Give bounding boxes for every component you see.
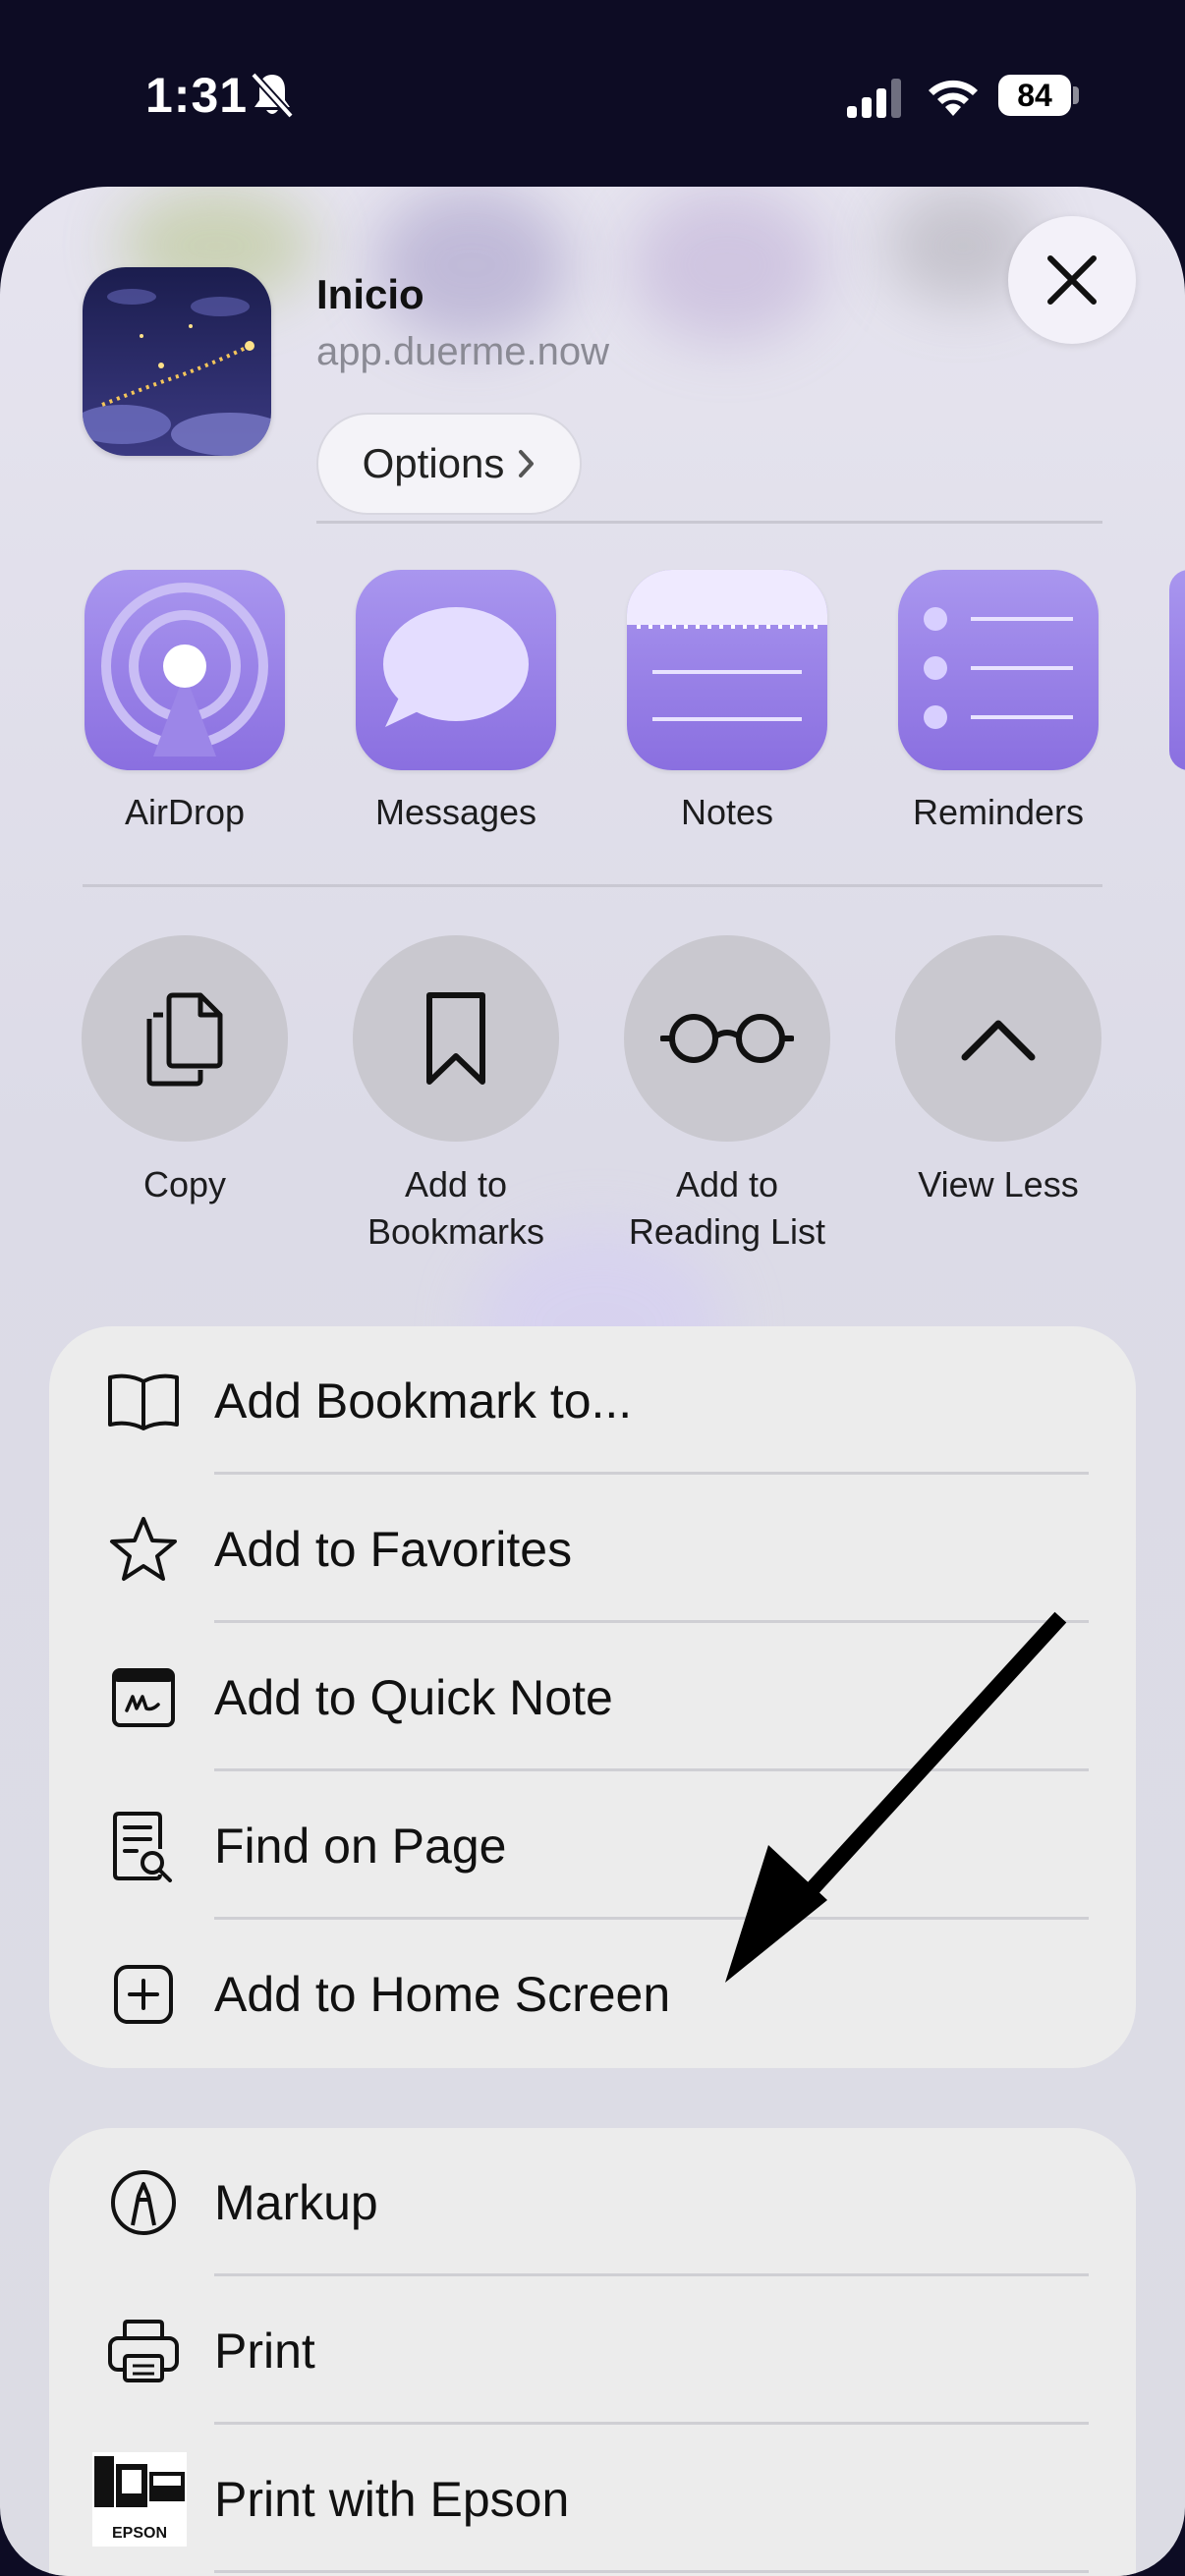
- close-icon: [1047, 255, 1097, 305]
- share-app-reminders[interactable]: Reminders: [863, 570, 1134, 833]
- menu-label: Add to Home Screen: [214, 1966, 671, 2022]
- menu-separator: [214, 2570, 1089, 2573]
- bookmark-icon-circle: [353, 935, 559, 1142]
- epson-logo-text: EPSON: [111, 2524, 167, 2542]
- wifi-icon: [929, 80, 978, 116]
- printer-icon: [102, 2310, 185, 2392]
- status-time: 1:31: [145, 68, 249, 123]
- menu-add-to-home-screen[interactable]: Add to Home Screen: [49, 1920, 1136, 2068]
- apps-divider: [83, 884, 1102, 887]
- header-divider: [316, 521, 1102, 524]
- glasses-icon-circle: [624, 935, 830, 1142]
- action-add-to-reading-list[interactable]: Add to Reading List: [592, 935, 863, 1256]
- menu-find-on-page[interactable]: Find on Page: [49, 1771, 1136, 1920]
- action-label: Copy: [142, 1164, 227, 1204]
- share-sheet: Inicio app.duerme.now Options AirDrop Me…: [0, 187, 1185, 2576]
- messages-icon: [356, 570, 556, 770]
- markup-icon: [102, 2161, 185, 2244]
- app-label: AirDrop: [124, 792, 246, 832]
- share-app-more[interactable]: [1169, 570, 1185, 770]
- app-label: Messages: [374, 792, 537, 832]
- epson-icon: EPSON: [92, 2451, 187, 2547]
- menu-label: Print with Epson: [214, 2471, 570, 2527]
- copy-icon: [146, 992, 223, 1087]
- menu-label: Add to Favorites: [214, 1521, 573, 1577]
- chevron-up-icon: [961, 1020, 1036, 1061]
- app-label: Reminders: [912, 792, 1085, 832]
- quick-note-icon: [102, 1656, 185, 1739]
- menu-print[interactable]: Print: [49, 2276, 1136, 2425]
- site-url: app.duerme.now: [316, 330, 609, 373]
- bell-slash-icon: [251, 72, 294, 119]
- menu-label: Find on Page: [214, 1818, 507, 1874]
- reminders-icon: [898, 570, 1099, 770]
- site-title: Inicio: [316, 271, 424, 317]
- action-label: Add to Bookmarks: [367, 1164, 545, 1252]
- share-app-airdrop[interactable]: AirDrop: [49, 570, 320, 833]
- action-label: View Less: [918, 1164, 1079, 1204]
- menu-add-bookmark-to[interactable]: Add Bookmark to...: [49, 1326, 1136, 1475]
- find-on-page-icon: [102, 1805, 185, 1887]
- action-view-less[interactable]: View Less: [863, 935, 1134, 1208]
- bookmark-icon: [426, 992, 485, 1085]
- menu-label: Add to Quick Note: [214, 1669, 613, 1725]
- menu-add-to-quick-note[interactable]: Add to Quick Note: [49, 1623, 1136, 1771]
- battery-level: 84: [998, 75, 1071, 116]
- night-sky-icon: [83, 267, 271, 456]
- notes-icon: [627, 570, 827, 770]
- chevron-right-icon: [519, 450, 535, 477]
- action-add-to-bookmarks[interactable]: Add to Bookmarks: [320, 935, 592, 1256]
- share-app-messages[interactable]: Messages: [320, 570, 592, 833]
- options-label: Options: [362, 440, 505, 486]
- app-label: Notes: [680, 792, 774, 832]
- star-icon: [102, 1508, 185, 1591]
- cellular-signal-icon: [847, 79, 901, 118]
- menu-print-with-epson[interactable]: EPSON Print with Epson: [49, 2425, 1136, 2573]
- action-copy[interactable]: Copy: [49, 935, 320, 1208]
- menu-label: Add Bookmark to...: [214, 1372, 633, 1428]
- battery-nub: [1073, 86, 1079, 104]
- menu-markup[interactable]: Markup: [49, 2128, 1136, 2276]
- share-app-notes[interactable]: Notes: [592, 570, 863, 833]
- copy-icon-circle: [82, 935, 288, 1142]
- menu-group-primary: Add Bookmark to... Add to Favorites Add …: [49, 1326, 1136, 2068]
- add-square-icon: [102, 1953, 185, 2036]
- site-app-icon: [83, 267, 271, 456]
- options-button[interactable]: Options: [316, 413, 582, 515]
- glasses-icon: [660, 1014, 794, 1063]
- action-label: Add to Reading List: [628, 1164, 826, 1252]
- status-bar: 1:31 84: [0, 0, 1185, 187]
- menu-add-to-favorites[interactable]: Add to Favorites: [49, 1475, 1136, 1623]
- close-button[interactable]: [1008, 216, 1136, 344]
- menu-label: Print: [214, 2323, 315, 2379]
- menu-label: Markup: [214, 2174, 378, 2230]
- menu-group-secondary: Markup Print EPSON Print with Epson: [49, 2128, 1136, 2576]
- airdrop-icon: [85, 570, 285, 770]
- book-icon: [102, 1360, 185, 1442]
- chevron-up-icon-circle: [895, 935, 1101, 1142]
